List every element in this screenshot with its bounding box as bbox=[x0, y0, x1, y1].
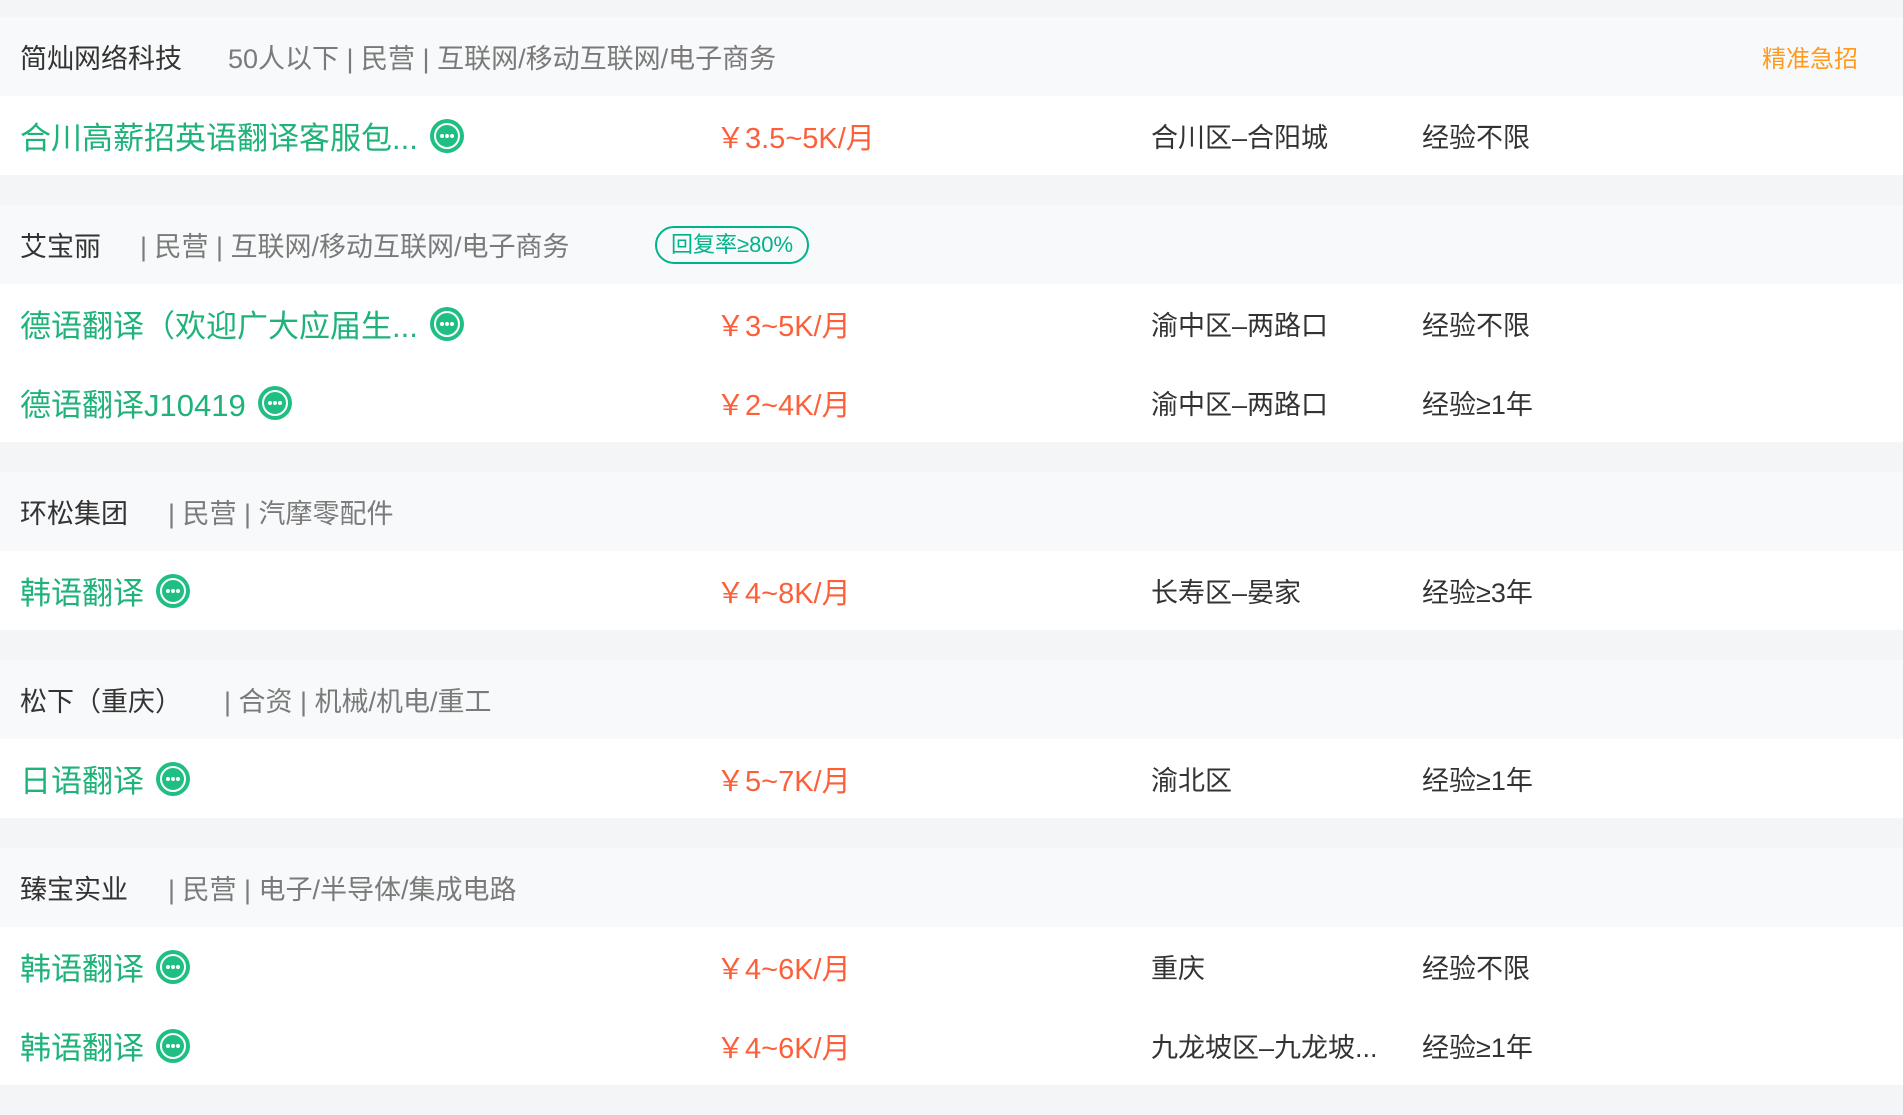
job-experience: 经验≥1年 bbox=[1422, 766, 1533, 796]
job-salary: ￥3.5~5K/月 bbox=[716, 122, 875, 155]
chat-icon[interactable] bbox=[429, 118, 464, 153]
job-title[interactable]: 合川高薪招英语翻译客服包... bbox=[20, 113, 418, 158]
job-title[interactable]: 韩语翻译 bbox=[20, 1023, 144, 1068]
company-group: 臻宝实业 | 民营 | 电子/半导体/集成电路 韩语翻译 ￥4~6K/月 重庆 … bbox=[0, 848, 1903, 1085]
company-header: 臻宝实业 | 民营 | 电子/半导体/集成电路 bbox=[0, 848, 1903, 927]
chat-icon[interactable] bbox=[156, 761, 190, 796]
top-spacer bbox=[0, 0, 1903, 17]
job-row[interactable]: 日语翻译 ￥5~7K/月 渝北区 经验≥1年 bbox=[0, 739, 1903, 818]
job-experience: 经验不限 bbox=[1422, 123, 1530, 153]
chat-icon[interactable] bbox=[156, 949, 190, 984]
job-location: 合川区–合阳城 bbox=[1151, 123, 1329, 153]
job-experience: 经验不限 bbox=[1422, 311, 1530, 341]
job-location: 九龙坡区–九龙坡... bbox=[1151, 1033, 1378, 1063]
chat-icon[interactable] bbox=[257, 385, 292, 420]
job-title[interactable]: 韩语翻译 bbox=[20, 568, 144, 613]
company-name[interactable]: 艾宝丽 bbox=[20, 225, 101, 264]
company-group: 松下（重庆） | 合资 | 机械/机电/重工 日语翻译 ￥5~7K/月 渝北区 … bbox=[0, 660, 1903, 818]
job-title-link[interactable]: 日语翻译 bbox=[20, 739, 190, 818]
job-experience: 经验≥1年 bbox=[1422, 1033, 1533, 1063]
company-meta: | 民营 | 电子/半导体/集成电路 bbox=[168, 875, 517, 905]
job-salary: ￥4~6K/月 bbox=[716, 1032, 851, 1065]
job-title[interactable]: 韩语翻译 bbox=[20, 944, 144, 989]
job-title-link[interactable]: 德语翻译J10419 bbox=[20, 363, 292, 442]
company-group: 简灿网络科技 50人以下 | 民营 | 互联网/移动互联网/电子商务 精准急招 … bbox=[0, 17, 1903, 175]
job-salary: ￥4~8K/月 bbox=[716, 577, 851, 610]
chat-icon[interactable] bbox=[429, 306, 464, 341]
job-location: 渝中区–两路口 bbox=[1151, 390, 1329, 420]
company-group: 环松集团 | 民营 | 汽摩零配件 韩语翻译 ￥4~8K/月 长寿区–晏家 经验… bbox=[0, 472, 1903, 630]
job-row[interactable]: 韩语翻译 ￥4~6K/月 九龙坡区–九龙坡... 经验≥1年 bbox=[0, 1006, 1903, 1085]
job-experience: 经验不限 bbox=[1422, 954, 1530, 984]
company-header: 环松集团 | 民营 | 汽摩零配件 bbox=[0, 472, 1903, 551]
job-title-link[interactable]: 韩语翻译 bbox=[20, 1006, 190, 1085]
company-header: 艾宝丽 | 民营 | 互联网/移动互联网/电子商务 回复率≥80% bbox=[0, 205, 1903, 284]
company-name[interactable]: 松下（重庆） bbox=[20, 680, 182, 719]
job-row[interactable]: 合川高薪招英语翻译客服包... ￥3.5~5K/月 合川区–合阳城 经验不限 bbox=[0, 96, 1903, 175]
job-experience: 经验≥1年 bbox=[1422, 390, 1533, 420]
job-title[interactable]: 日语翻译 bbox=[20, 756, 144, 801]
company-name[interactable]: 臻宝实业 bbox=[20, 868, 128, 907]
company-meta: | 民营 | 互联网/移动互联网/电子商务 bbox=[140, 232, 570, 262]
job-location: 重庆 bbox=[1151, 954, 1205, 984]
company-group: 艾宝丽 | 民营 | 互联网/移动互联网/电子商务 回复率≥80% 德语翻译（欢… bbox=[0, 205, 1903, 442]
job-list: 简灿网络科技 50人以下 | 民营 | 互联网/移动互联网/电子商务 精准急招 … bbox=[0, 0, 1903, 1115]
chat-icon[interactable] bbox=[156, 1028, 190, 1063]
job-salary: ￥5~7K/月 bbox=[716, 765, 851, 798]
company-meta: 50人以下 | 民营 | 互联网/移动互联网/电子商务 bbox=[228, 44, 777, 74]
job-row[interactable]: 德语翻译（欢迎广大应届生... ￥3~5K/月 渝中区–两路口 经验不限 bbox=[0, 284, 1903, 363]
job-location: 渝北区 bbox=[1151, 766, 1232, 796]
job-row[interactable]: 韩语翻译 ￥4~8K/月 长寿区–晏家 经验≥3年 bbox=[0, 551, 1903, 630]
job-salary: ￥3~5K/月 bbox=[716, 310, 851, 343]
job-location: 长寿区–晏家 bbox=[1151, 578, 1302, 608]
company-header: 松下（重庆） | 合资 | 机械/机电/重工 bbox=[0, 660, 1903, 739]
job-experience: 经验≥3年 bbox=[1422, 578, 1533, 608]
job-row[interactable]: 德语翻译J10419 ￥2~4K/月 渝中区–两路口 经验≥1年 bbox=[0, 363, 1903, 442]
company-name[interactable]: 简灿网络科技 bbox=[20, 37, 182, 76]
job-title[interactable]: 德语翻译（欢迎广大应届生... bbox=[20, 301, 418, 346]
job-salary: ￥2~4K/月 bbox=[716, 389, 851, 422]
company-name[interactable]: 环松集团 bbox=[20, 492, 128, 531]
job-salary: ￥4~6K/月 bbox=[716, 953, 851, 986]
urgent-hiring-tag: 精准急招 bbox=[1762, 46, 1858, 73]
company-header: 简灿网络科技 50人以下 | 民营 | 互联网/移动互联网/电子商务 精准急招 bbox=[0, 17, 1903, 96]
job-title-link[interactable]: 韩语翻译 bbox=[20, 551, 190, 630]
job-location: 渝中区–两路口 bbox=[1151, 311, 1329, 341]
company-meta: | 民营 | 汽摩零配件 bbox=[168, 499, 394, 529]
job-title-link[interactable]: 韩语翻译 bbox=[20, 927, 190, 1006]
reply-rate-badge: 回复率≥80% bbox=[655, 225, 810, 264]
job-title-link[interactable]: 合川高薪招英语翻译客服包... bbox=[20, 96, 464, 175]
company-meta: | 合资 | 机械/机电/重工 bbox=[224, 687, 492, 717]
job-title[interactable]: 德语翻译J10419 bbox=[20, 380, 246, 425]
job-row[interactable]: 韩语翻译 ￥4~6K/月 重庆 经验不限 bbox=[0, 927, 1903, 1006]
chat-icon[interactable] bbox=[156, 573, 190, 608]
job-title-link[interactable]: 德语翻译（欢迎广大应届生... bbox=[20, 284, 464, 363]
